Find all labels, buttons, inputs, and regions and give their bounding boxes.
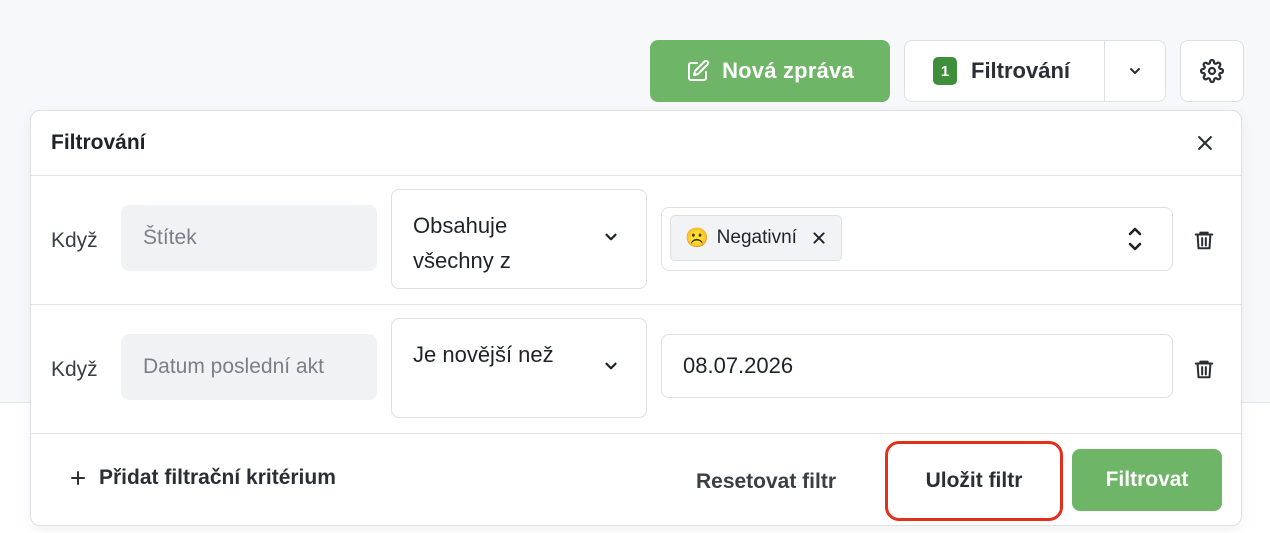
filter-toggle-label: Filtrování	[971, 58, 1071, 83]
chevron-down-icon	[605, 362, 617, 370]
date-input[interactable]: 08.07.2026	[661, 334, 1173, 398]
reset-filter-button[interactable]: Resetovat filtr	[671, 451, 861, 513]
filter-field-select[interactable]: Štítek	[121, 205, 377, 271]
filter-panel-header: Filtrování	[31, 111, 1241, 176]
filter-field-select[interactable]: Datum poslední akt	[121, 334, 377, 400]
condition-prefix: Když	[51, 358, 98, 381]
settings-button[interactable]	[1180, 40, 1244, 102]
select-updown-icon	[1128, 227, 1142, 251]
save-filter-button[interactable]: Uložit filtr	[885, 441, 1063, 521]
add-criterion-button[interactable]: Přidat filtrační kritérium	[69, 466, 336, 490]
operator-label: Obsahuje všechny z	[413, 213, 511, 273]
new-message-button[interactable]: Nová zpráva	[650, 40, 890, 102]
gear-icon	[1200, 59, 1224, 83]
plus-icon	[71, 471, 85, 485]
operator-select[interactable]: Obsahuje všechny z	[391, 189, 647, 289]
filter-dropdown-button[interactable]	[1104, 41, 1165, 101]
filter-toggle-button[interactable]: 1 Filtrování	[905, 41, 1104, 101]
chevron-down-icon	[605, 233, 617, 241]
tag-chip: ☹️ Negativní	[670, 215, 842, 261]
date-value: 08.07.2026	[683, 353, 794, 378]
condition-prefix: Když	[51, 229, 98, 252]
filter-split-button: 1 Filtrování	[904, 40, 1166, 102]
close-panel-button[interactable]	[1191, 129, 1219, 157]
close-icon	[1198, 136, 1212, 150]
chevron-down-icon	[1130, 68, 1140, 74]
filter-row: Když Datum poslední akt Je novější než 0…	[31, 304, 1241, 434]
edit-icon	[688, 59, 710, 81]
tag-multiselect[interactable]: ☹️ Negativní	[661, 207, 1173, 271]
trash-icon[interactable]	[1193, 229, 1215, 251]
add-criterion-label: Přidat filtrační kritérium	[99, 466, 336, 489]
apply-filter-button[interactable]: Filtrovat	[1072, 449, 1222, 511]
tag-chip-label: Negativní	[716, 227, 797, 248]
remove-tag-icon[interactable]	[811, 230, 827, 246]
filter-count-badge: 1	[933, 57, 957, 85]
sad-face-icon: ☹️	[685, 228, 709, 249]
operator-select[interactable]: Je novější než	[391, 318, 647, 418]
filter-row: Když Štítek Obsahuje všechny z ☹️ Negati…	[31, 175, 1241, 305]
operator-label: Je novější než	[413, 342, 554, 367]
filter-panel: Filtrování Když Štítek Obsahuje všechny …	[30, 110, 1242, 526]
new-message-label: Nová zpráva	[722, 58, 854, 83]
filter-panel-title: Filtrování	[51, 131, 146, 154]
trash-icon[interactable]	[1193, 358, 1215, 380]
